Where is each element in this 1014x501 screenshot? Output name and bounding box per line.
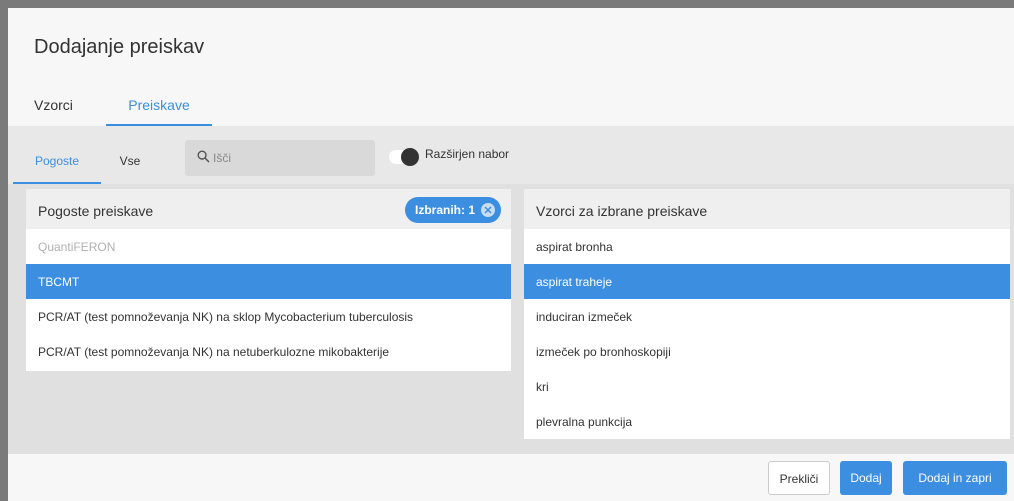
samples-panel: Vzorci za izbrane preiskave aspirat bron… xyxy=(524,189,1010,439)
list-item[interactable]: izmeček po bronhoskopiji xyxy=(524,334,1010,369)
cancel-button[interactable]: Prekliči xyxy=(768,461,830,495)
content-area: Pogoste preiskave Izbranih: 1 QuantiFERO… xyxy=(8,184,1014,454)
list-item[interactable]: aspirat bronha xyxy=(524,229,1010,264)
tab-vzorci[interactable]: Vzorci xyxy=(34,86,94,126)
add-button[interactable]: Dodaj xyxy=(840,461,892,495)
dialog-header: Dodajanje preiskav Vzorci Preiskave xyxy=(8,8,1014,126)
tab-preiskave[interactable]: Preiskave xyxy=(106,86,212,126)
search-box[interactable] xyxy=(185,140,375,176)
common-tests-panel: Pogoste preiskave Izbranih: 1 QuantiFERO… xyxy=(26,189,511,371)
main-tabs: Vzorci Preiskave xyxy=(8,86,1014,126)
tab-pogoste[interactable]: Pogoste xyxy=(13,138,101,184)
clear-selection-icon[interactable] xyxy=(481,203,495,217)
dialog-title: Dodajanje preiskav xyxy=(34,36,205,58)
toggle-knob xyxy=(401,148,419,166)
list-item: QuantiFERON xyxy=(38,240,116,254)
panel-title: Pogoste preiskave xyxy=(38,203,154,219)
badge-label: Izbranih: 1 xyxy=(414,203,475,217)
dialog-footer: Prekliči Dodaj Dodaj in zapri xyxy=(8,454,1014,501)
selected-count-badge[interactable]: Izbranih: 1 xyxy=(404,197,501,223)
panel-header: Vzorci za izbrane preiskave xyxy=(524,189,1010,229)
search-input[interactable] xyxy=(213,140,368,176)
list-item[interactable]: kri xyxy=(524,369,1010,404)
list-item[interactable]: plevralna punkcija xyxy=(524,404,1010,439)
panel-header: Pogoste preiskave Izbranih: 1 xyxy=(26,189,511,229)
search-icon xyxy=(197,150,210,163)
add-and-close-button[interactable]: Dodaj in zapri xyxy=(903,461,1007,495)
extended-set-toggle[interactable] xyxy=(389,148,419,166)
panel-title: Vzorci za izbrane preiskave xyxy=(536,203,708,219)
list-item[interactable]: TBCMT xyxy=(26,264,511,299)
toggle-label: Razširjen nabor xyxy=(425,147,510,161)
list-item[interactable]: PCR/AT (test pomnoževanja NK) na sklop M… xyxy=(26,299,511,334)
list-item[interactable]: aspirat traheje xyxy=(524,264,1010,299)
list-item[interactable]: PCR/AT (test pomnoževanja NK) na netuber… xyxy=(26,334,511,369)
tab-vse[interactable]: Vse xyxy=(108,138,152,184)
filter-bar: Pogoste Vse Razširjen nabor xyxy=(8,126,1014,184)
list-item[interactable]: induciran izmeček xyxy=(524,299,1010,334)
add-tests-dialog: Dodajanje preiskav Vzorci Preiskave Pogo… xyxy=(8,8,1014,501)
